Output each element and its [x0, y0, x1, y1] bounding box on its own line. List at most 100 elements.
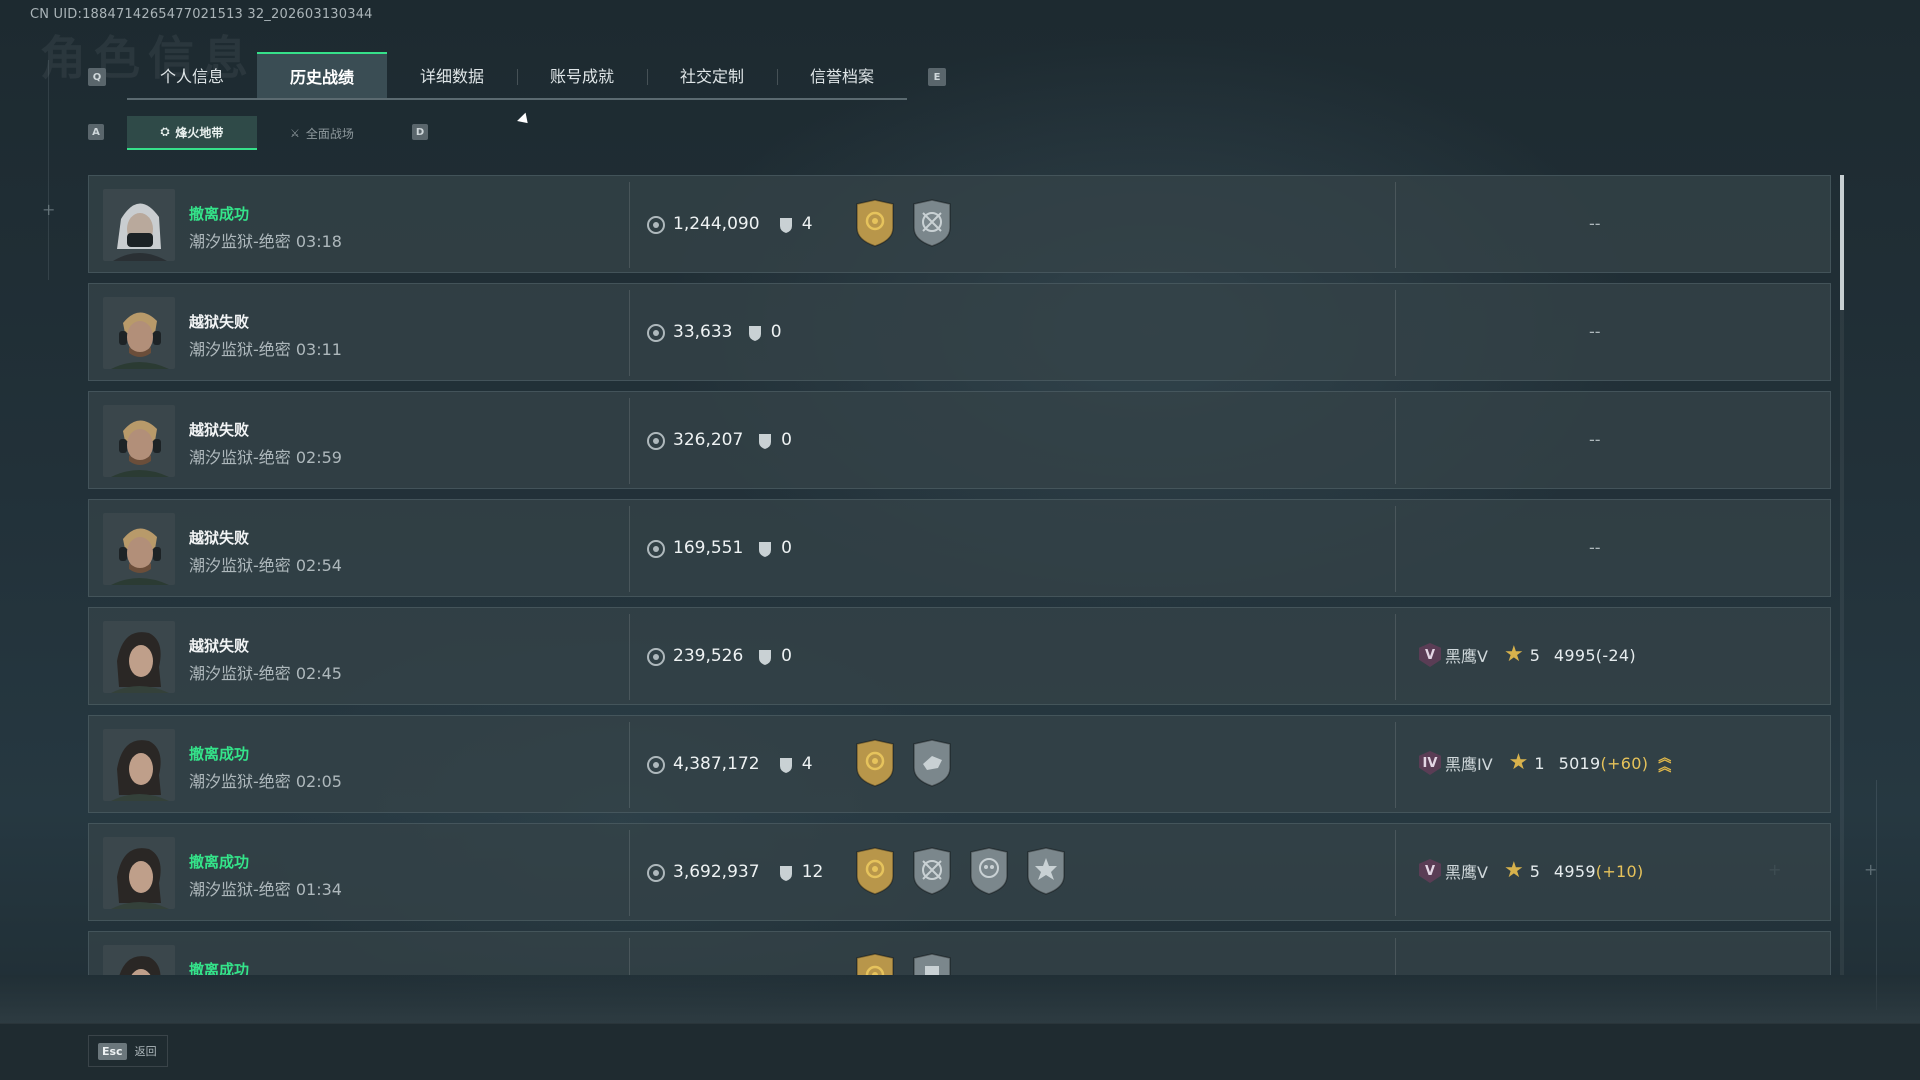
match-result-label: 撤离成功 — [189, 205, 250, 223]
esc-key: Esc — [98, 1042, 127, 1060]
map-and-duration: 潮汐监狱-绝密 03:11 — [189, 340, 342, 359]
rank-summary: V 黑鹰V ★ 5 4995(-24) — [1419, 642, 1636, 668]
asset-value: 1,244,090 — [673, 214, 760, 234]
kill-count-icon — [757, 432, 773, 450]
rank-score: 4959(+10) — [1554, 862, 1644, 881]
rank-score-delta: (+10) — [1595, 861, 1644, 881]
asset-value-icon — [647, 216, 665, 234]
match-record-row[interactable]: 撤离成功 — [88, 931, 1831, 975]
map-and-duration: 潮汐监狱-绝密 02:45 — [189, 664, 342, 683]
subtab-0[interactable]: ⛭ 烽火地带 — [127, 116, 257, 150]
kill-count: 0 — [770, 322, 782, 342]
match-result-label: 撤离成功 — [189, 961, 250, 975]
back-button[interactable]: Esc 返回 — [88, 1035, 168, 1067]
kill-count: 0 — [781, 646, 792, 666]
tab-2[interactable]: 详细数据 — [387, 52, 517, 98]
match-record-row[interactable]: 越狱失败 潮汐监狱-绝密 02:45 239,526 0 V 黑鹰V ★ 5 4995(-24) — [88, 607, 1831, 705]
kill-count: 0 — [781, 538, 792, 558]
subtab-label: 烽火地带 — [175, 125, 224, 140]
scrollbar-thumb[interactable] — [1840, 175, 1844, 310]
tab-3[interactable]: 账号成就 — [517, 52, 647, 98]
tab-4[interactable]: 社交定制 — [647, 52, 777, 98]
rank-score: 4995(-24) — [1554, 646, 1636, 665]
subtab-label: 全面战场 — [305, 126, 354, 141]
mouse-cursor-icon — [517, 112, 532, 128]
rank-score-value: 5019 — [1558, 753, 1601, 773]
kill-count: 4 — [801, 214, 813, 234]
match-result-label: 撤离成功 — [189, 853, 250, 871]
kill-count-icon — [778, 216, 794, 234]
rank-score-value: 4959 — [1553, 861, 1596, 881]
rank-empty: -- — [1589, 214, 1601, 233]
column-divider — [1395, 182, 1396, 268]
star-icon: ★ — [1508, 750, 1529, 775]
main-tab-bar: 个人信息 历史战绩 详细数据 账号成就 社交定制 信誉档案 — [127, 52, 907, 100]
match-record-row[interactable]: 撤离成功 潮汐监狱-绝密 01:34 3,692,937 12 V 黑鹰V ★ 5 4959(+… — [88, 823, 1831, 921]
map-and-duration: 潮汐监狱-绝密 02:54 — [189, 556, 342, 575]
operator-avatar — [103, 621, 175, 693]
asset-value: 3,692,937 — [673, 862, 760, 882]
match-record-row[interactable]: 越狱失败 潮汐监狱-绝密 02:59 326,207 0 -- — [88, 391, 1831, 489]
asset-value-icon — [647, 324, 665, 342]
column-divider — [629, 506, 630, 592]
rank-empty: -- — [1589, 430, 1601, 449]
kill-count-icon — [778, 864, 794, 882]
tab-prev-key-q[interactable]: Q — [88, 68, 106, 86]
match-result-label: 撤离成功 — [189, 745, 250, 763]
match-history-list[interactable]: 撤离成功 潮汐监狱-绝密 03:18 1,244,090 4 -- 越狱失败 潮汐监狱-绝密… — [88, 175, 1832, 975]
rank-tier-icon: IV — [1419, 751, 1441, 775]
tab-5[interactable]: 信誉档案 — [777, 52, 907, 98]
column-divider — [1395, 290, 1396, 376]
rank-score-value: 4995 — [1553, 645, 1596, 665]
footer-bar — [0, 1023, 1920, 1080]
tab-0[interactable]: 个人信息 — [127, 52, 257, 98]
gold-crosshair-badge — [853, 198, 897, 248]
operator-avatar — [103, 513, 175, 585]
rank-empty: -- — [1589, 538, 1601, 557]
rank-summary: IV 黑鹰IV ★ 1 5019(+60) ︽ ︽ — [1419, 750, 1671, 776]
star-icon: ★ — [1503, 642, 1524, 667]
match-record-row[interactable]: 越狱失败 潮汐监狱-绝密 03:11 33,633 0 -- — [88, 283, 1831, 381]
match-record-row[interactable]: 越狱失败潮汐监狱-绝密 02:54 169,551 0 -- — [88, 499, 1831, 597]
column-divider — [629, 938, 630, 975]
rank-name: 黑鹰IV — [1445, 755, 1493, 774]
kill-count-icon — [757, 540, 773, 558]
kill-count-icon — [778, 756, 794, 774]
rank-score-delta: (+60) — [1600, 753, 1649, 773]
column-divider — [1395, 614, 1396, 700]
back-label: 返回 — [134, 1045, 157, 1058]
subtab-prev-key-a[interactable]: A — [88, 124, 104, 140]
gold-crosshair-badge — [853, 952, 897, 975]
match-record-row[interactable]: 撤离成功 潮汐监狱-绝密 02:05 4,387,172 4 IV 黑鹰IV ★ 1 5019(… — [88, 715, 1831, 813]
column-divider — [629, 182, 630, 268]
tab-next-key-e[interactable]: E — [928, 68, 946, 86]
match-result-label: 越狱失败 — [189, 529, 250, 547]
asset-value-icon — [647, 648, 665, 666]
battlefield-icon: ⚔ — [290, 126, 300, 140]
silver-burst-badge — [1024, 846, 1068, 896]
column-divider — [1395, 722, 1396, 808]
star-icon: ★ — [1503, 858, 1524, 883]
asset-value-icon — [647, 432, 665, 450]
subtab-1[interactable]: ⚔ 全面战场 — [257, 116, 387, 150]
map-and-duration: 潮汐监狱-绝密 02:59 — [189, 448, 342, 467]
gold-crosshair-badge — [853, 846, 897, 896]
column-divider — [629, 398, 630, 484]
silver-aim-badge — [910, 846, 954, 896]
operator-avatar — [103, 405, 175, 477]
operator-avatar — [103, 189, 175, 261]
column-divider — [629, 830, 630, 916]
match-record-row[interactable]: 撤离成功 潮汐监狱-绝密 03:18 1,244,090 4 -- — [88, 175, 1831, 273]
operator-avatar — [103, 837, 175, 909]
silver-skull-badge — [967, 846, 1011, 896]
rank-score-delta: (-24) — [1595, 645, 1636, 665]
rank-tier-icon: V — [1419, 643, 1441, 667]
silver-hand-badge — [910, 738, 954, 788]
kill-count: 4 — [801, 754, 813, 774]
subtab-next-key-d[interactable]: D — [412, 124, 428, 140]
column-divider — [629, 614, 630, 700]
tab-1[interactable]: 历史战绩 — [257, 52, 387, 98]
star-count: 1 — [1534, 753, 1545, 773]
asset-value: 169,551 — [673, 538, 744, 558]
rank-score: 5019(+60) — [1559, 754, 1649, 773]
